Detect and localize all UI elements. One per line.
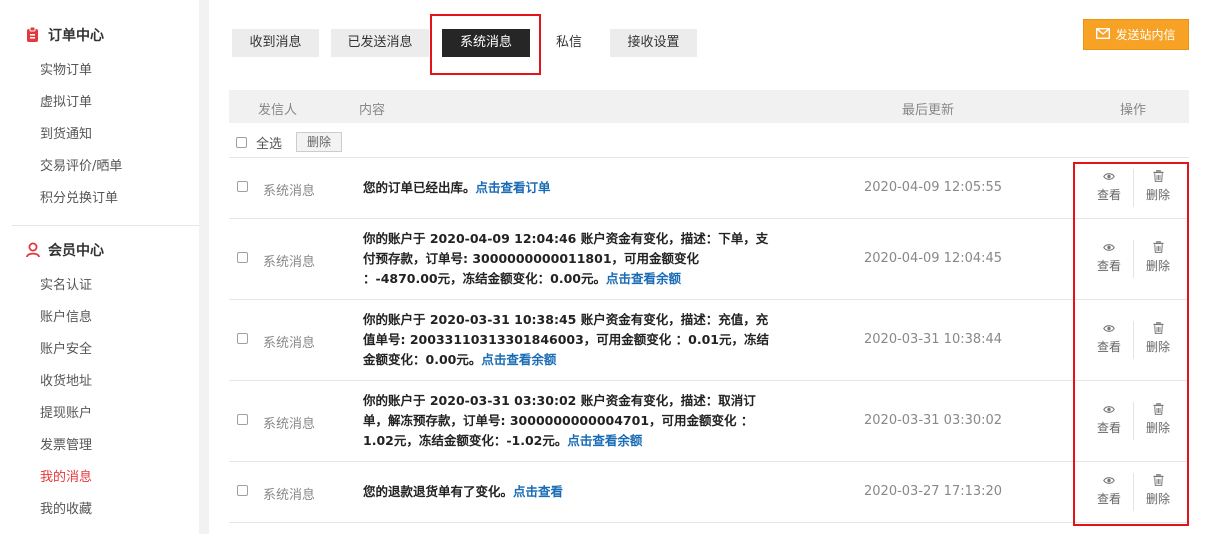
- sidebar-item-address[interactable]: 收货地址: [40, 374, 92, 390]
- envelope-icon: [1096, 27, 1115, 42]
- table-header: 发信人 内容 最后更新 操作: [229, 90, 1189, 123]
- row-sender: 系统消息: [263, 336, 316, 351]
- row-checkbox[interactable]: [237, 252, 248, 263]
- row-time: 2020-03-31 10:38:44: [864, 332, 1003, 347]
- row-content: 您的订单已经出库。点击查看订单: [363, 180, 551, 195]
- sidebar-divider: [12, 225, 199, 226]
- sidebar-item-physical-orders[interactable]: 实物订单: [40, 63, 92, 79]
- main-panel: 收到消息 已发送消息 系统消息 私信 接收设置 发送站内信 发信人 内容 最后更…: [209, 0, 1212, 534]
- row-checkbox[interactable]: [237, 333, 248, 344]
- table-row: 系统消息 你的账户于 2020-04-09 12:04:46 账户资金有变化，描…: [229, 219, 1189, 299]
- table-row: 系统消息 您的订单已经出库。点击查看订单 2020-04-09 12:05:55: [229, 158, 1189, 218]
- member-center-heading: 会员中心: [26, 240, 104, 260]
- header-action: 操作: [1120, 103, 1147, 118]
- sidebar-item-real-name[interactable]: 实名认证: [40, 278, 92, 294]
- row-link[interactable]: 点击查看余额: [567, 433, 642, 448]
- row-checkbox[interactable]: [237, 485, 248, 496]
- sidebar-item-virtual-orders[interactable]: 虚拟订单: [40, 95, 92, 111]
- select-all-bar: 全选 删除: [236, 131, 343, 153]
- row-link[interactable]: 点击查看余额: [606, 271, 681, 286]
- header-updated: 最后更新: [902, 103, 955, 118]
- row-content: 你的账户于 2020-03-31 03:30:02 账户资金有变化，描述：取消订…: [363, 393, 756, 448]
- sidebar-item-account-security[interactable]: 账户安全: [40, 342, 92, 358]
- sidebar: 订单中心 实物订单 虚拟订单 到货通知 交易评价/晒单 积分兑换订单 会员中心 …: [0, 0, 199, 534]
- sidebar-item-points-orders[interactable]: 积分兑换订单: [40, 191, 118, 207]
- row-content: 您的退款退货单有了变化。点击查看: [363, 484, 564, 499]
- row-checkbox[interactable]: [237, 414, 248, 425]
- member-icon: [26, 242, 42, 258]
- row-sender: 系统消息: [263, 417, 316, 432]
- select-all-label[interactable]: 全选: [256, 133, 282, 152]
- tab-sent[interactable]: 已发送消息: [331, 29, 429, 57]
- row-link[interactable]: 点击查看: [513, 484, 563, 499]
- tab-settings[interactable]: 接收设置: [610, 29, 697, 57]
- row-content: 你的账户于 2020-03-31 10:38:45 账户资金有变化，描述：充值，…: [363, 312, 769, 367]
- row-link[interactable]: 点击查看余额: [481, 352, 556, 367]
- row-checkbox[interactable]: [237, 181, 248, 192]
- table-row: 系统消息 您的退款退货单有了变化。点击查看 2020-03-27 17:13:2…: [229, 462, 1189, 522]
- row-time: 2020-04-09 12:05:55: [864, 180, 1003, 195]
- sidebar-item-arrival-notice[interactable]: 到货通知: [40, 127, 92, 143]
- sidebar-item-favorites[interactable]: 我的收藏: [40, 502, 92, 518]
- tab-received[interactable]: 收到消息: [232, 29, 319, 57]
- row-time: 2020-03-27 17:13:20: [864, 484, 1003, 499]
- send-message-button[interactable]: 发送站内信: [1083, 19, 1189, 50]
- select-all-checkbox[interactable]: [236, 136, 247, 148]
- row-sender: 系统消息: [263, 184, 316, 199]
- row-sender: 系统消息: [263, 255, 316, 270]
- header-sender: 发信人: [258, 103, 298, 118]
- table-row: 系统消息 你的账户于 2020-03-31 10:38:45 账户资金有变化，描…: [229, 300, 1189, 380]
- sidebar-item-invoice[interactable]: 发票管理: [40, 438, 92, 454]
- sidebar-item-reviews[interactable]: 交易评价/晒单: [40, 159, 122, 175]
- row-link[interactable]: 点击查看订单: [476, 180, 551, 195]
- row-divider: [229, 522, 1189, 523]
- row-sender: 系统消息: [263, 488, 316, 503]
- sidebar-item-account-info[interactable]: 账户信息: [40, 310, 92, 326]
- order-icon: [26, 26, 42, 43]
- bulk-delete-button[interactable]: 删除: [296, 132, 343, 152]
- table-row: 系统消息 你的账户于 2020-03-31 03:30:02 账户资金有变化，描…: [229, 381, 1189, 461]
- header-content: 内容: [359, 103, 386, 118]
- row-time: 2020-03-31 03:30:02: [864, 413, 1003, 428]
- order-center-heading: 订单中心: [26, 25, 104, 45]
- tab-private[interactable]: 私信: [541, 29, 597, 57]
- sidebar-item-my-messages[interactable]: 我的消息: [40, 470, 92, 486]
- sidebar-item-withdraw-account[interactable]: 提现账户: [40, 406, 92, 422]
- row-time: 2020-04-09 12:04:45: [864, 251, 1003, 266]
- highlight-box-tab: [430, 14, 541, 75]
- row-content: 你的账户于 2020-04-09 12:04:46 账户资金有变化，描述：下单，…: [363, 231, 769, 286]
- highlight-box-actions: [1073, 162, 1189, 526]
